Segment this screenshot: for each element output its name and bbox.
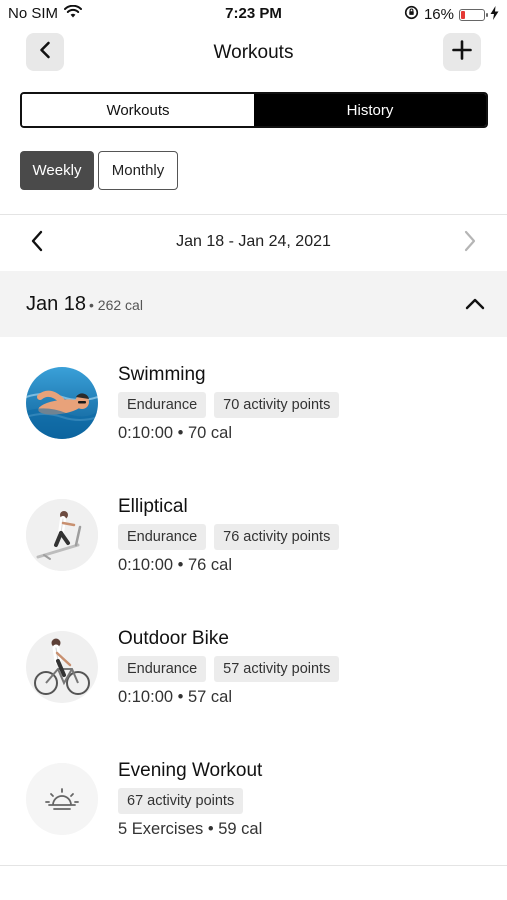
- date-range-label: Jan 18 - Jan 24, 2021: [176, 233, 331, 250]
- chevron-up-icon[interactable]: [463, 292, 487, 316]
- workout-name: Outdoor Bike: [118, 628, 229, 649]
- nav-header: Workouts: [0, 33, 507, 73]
- workout-type-tag: Endurance: [118, 524, 207, 550]
- day-title: Jan 18: [26, 293, 87, 315]
- workout-name: Swimming: [118, 364, 206, 385]
- next-week-button[interactable]: [457, 229, 483, 257]
- workout-row[interactable]: Evening Workout 67 activity points 5 Exe…: [0, 733, 507, 865]
- battery-icon: [459, 8, 488, 21]
- status-right: 16%: [404, 5, 499, 24]
- plus-icon: [452, 39, 472, 65]
- swimmer-photo: [26, 367, 98, 439]
- workout-name: Elliptical: [118, 496, 188, 517]
- battery-level: [461, 10, 465, 19]
- workout-row[interactable]: Elliptical Endurance 76 activity points …: [0, 469, 507, 601]
- tab-workouts[interactable]: Workouts: [22, 94, 254, 126]
- activity-points-tag: 76 activity points: [214, 524, 340, 550]
- activity-points-tag: 70 activity points: [214, 392, 340, 418]
- day-section-header[interactable]: Jan 18 • 262 cal: [0, 271, 507, 337]
- workout-meta: 0:10:00 • 57 cal: [118, 688, 233, 706]
- workout-tags: 67 activity points: [118, 788, 244, 814]
- orientation-lock-icon: [404, 5, 419, 24]
- charging-bolt-icon: [490, 5, 499, 24]
- elliptical-photo: [26, 499, 98, 571]
- chevron-right-icon: [463, 230, 477, 257]
- cyclist-photo: [26, 631, 98, 703]
- weekly-filter-button[interactable]: Weekly: [20, 151, 94, 190]
- tab-history[interactable]: History: [254, 94, 486, 126]
- monthly-filter-button[interactable]: Monthly: [98, 151, 178, 190]
- page-title: Workouts: [213, 42, 294, 63]
- workout-tags: Endurance 76 activity points: [118, 524, 340, 550]
- divider: [0, 865, 507, 866]
- workout-meta: 0:10:00 • 70 cal: [118, 424, 233, 442]
- workout-meta: 0:10:00 • 76 cal: [118, 556, 233, 574]
- sunset-icon: [26, 763, 98, 835]
- view-segmented-control: Workouts History: [20, 92, 488, 128]
- day-calories: • 262 cal: [89, 297, 143, 313]
- workout-row[interactable]: Swimming Endurance 70 activity points 0:…: [0, 337, 507, 469]
- battery-percent: 16%: [423, 6, 454, 23]
- add-workout-button[interactable]: [443, 33, 481, 71]
- activity-points-tag: 67 activity points: [118, 788, 244, 814]
- workout-meta: 5 Exercises • 59 cal: [118, 820, 263, 838]
- workout-type-tag: Endurance: [118, 656, 207, 682]
- workout-tags: Endurance 57 activity points: [118, 656, 340, 682]
- workout-type-tag: Endurance: [118, 392, 207, 418]
- status-bar: No SIM 7:23 PM 16%: [0, 0, 507, 28]
- workout-row[interactable]: Outdoor Bike Endurance 57 activity point…: [0, 601, 507, 733]
- workout-tags: Endurance 70 activity points: [118, 392, 340, 418]
- workout-name: Evening Workout: [118, 760, 263, 781]
- activity-points-tag: 57 activity points: [214, 656, 340, 682]
- date-navigation: Jan 18 - Jan 24, 2021: [0, 215, 507, 271]
